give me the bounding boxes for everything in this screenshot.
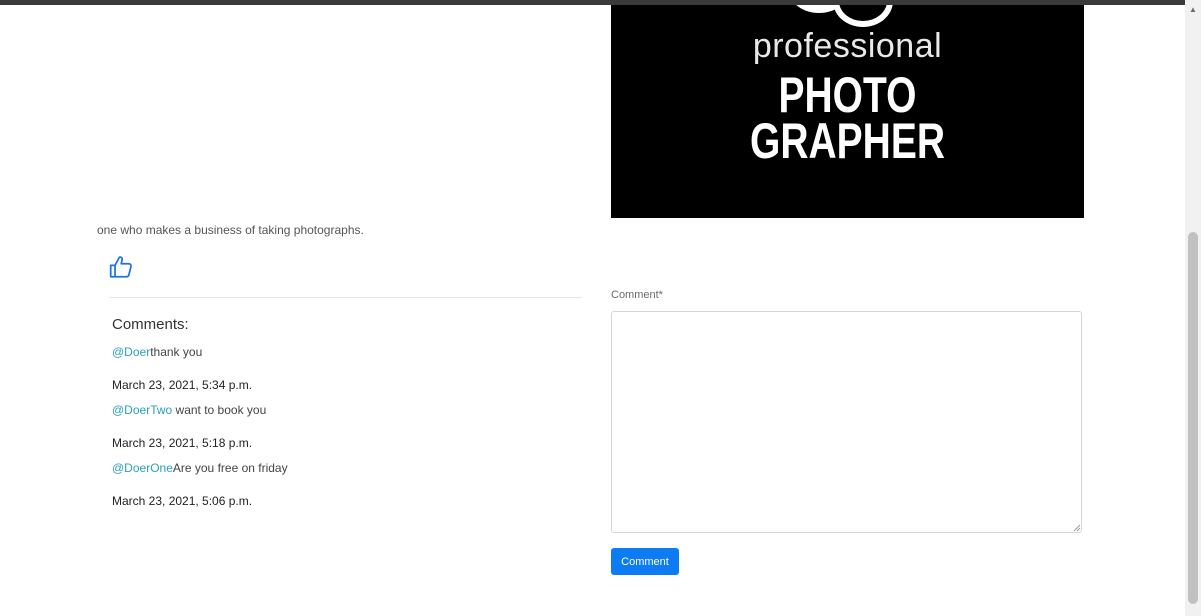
comment-text: @Doerthank you (112, 344, 582, 361)
post-image: professional PHOTO GRAPHER (611, 5, 1084, 218)
thumbs-up-icon[interactable] (108, 254, 134, 280)
image-text-line1: professional (752, 27, 943, 65)
comment-date: March 23, 2021, 5:06 p.m. (112, 494, 253, 508)
image-text-line3: GRAPHER (749, 113, 946, 169)
post-description: one who makes a business of taking photo… (97, 223, 364, 237)
comment-item: @DoerTwo want to book you March 23, 2021… (112, 402, 582, 452)
comment-list: @Doerthank you March 23, 2021, 5:34 p.m.… (112, 344, 582, 510)
comment-mention-link[interactable]: @Doer (112, 345, 150, 359)
comment-body: thank you (150, 345, 203, 359)
comment-item: @DoerOneAre you free on friday March 23,… (112, 460, 582, 510)
comment-text: @DoerTwo want to book you (112, 402, 582, 419)
resize-grip-icon[interactable] (1073, 524, 1081, 532)
comment-body: Are you free on friday (172, 461, 288, 475)
scrollbar-thumb[interactable] (1188, 232, 1198, 604)
comment-mention-link[interactable]: @DoerTwo (112, 403, 172, 417)
comment-item: @Doerthank you March 23, 2021, 5:34 p.m. (112, 344, 582, 394)
comment-text: @DoerOneAre you free on friday (112, 460, 582, 477)
section-divider (110, 297, 582, 298)
comment-submit-button[interactable]: Comment (611, 548, 679, 575)
camera-ring-graphic (833, 5, 893, 27)
scroll-up-arrow-icon[interactable]: ▲ (1189, 6, 1197, 14)
comment-body: want to book you (172, 403, 267, 417)
comment-textarea[interactable] (611, 311, 1082, 533)
comment-date: March 23, 2021, 5:34 p.m. (112, 378, 253, 392)
comment-date: March 23, 2021, 5:18 p.m. (112, 436, 253, 450)
comment-mention-link[interactable]: @DoerOne (112, 461, 173, 475)
comments-heading: Comments: (112, 316, 189, 333)
page-scrollbar[interactable]: ▲ (1185, 0, 1201, 616)
comment-field-label: Comment* (611, 289, 663, 301)
